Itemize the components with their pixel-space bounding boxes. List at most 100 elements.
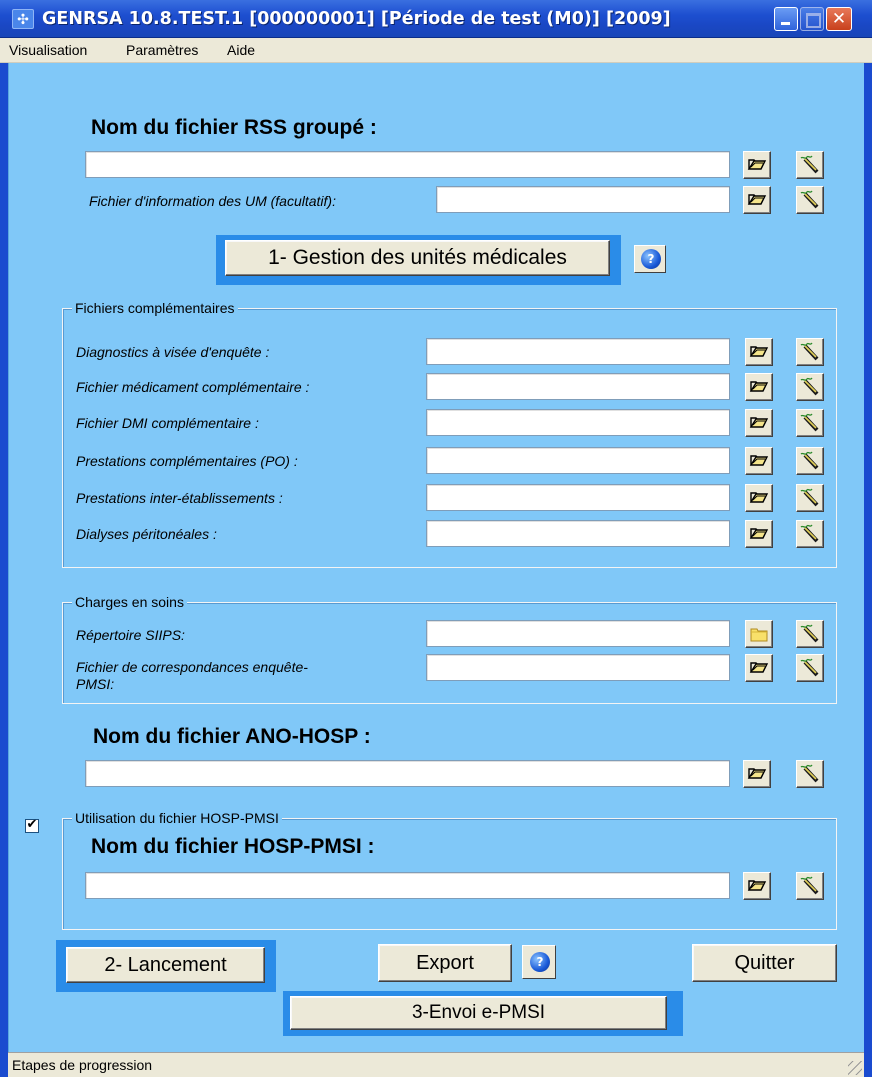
um-file-input[interactable] (436, 186, 730, 213)
open-file-icon (749, 417, 769, 428)
complementaire-label: Fichier médicament complémentaire : (76, 379, 310, 395)
ano-hosp-input[interactable] (85, 760, 730, 787)
ano-hosp-open-button[interactable] (743, 760, 771, 788)
checkmark-icon: ✔ (26, 817, 38, 832)
maximize-button[interactable] (800, 7, 824, 31)
window-frame-right (864, 38, 872, 1077)
resize-grip-icon[interactable] (848, 1061, 862, 1075)
open-file-icon (747, 880, 767, 891)
edit-pen-icon (800, 377, 819, 396)
rss-file-input[interactable] (85, 151, 730, 178)
complementaire-edit-button[interactable] (796, 373, 824, 401)
window-title: GENRSA 10.8.TEST.1 [000000001] [Période … (42, 9, 671, 29)
correspondance-label-line2: PMSI: (76, 676, 115, 692)
correspondance-open-button[interactable] (745, 654, 773, 682)
close-button[interactable]: ✕ (826, 7, 852, 31)
complementaire-input[interactable] (426, 447, 730, 474)
complementaire-input[interactable] (426, 373, 730, 400)
status-text: Etapes de progression (12, 1057, 153, 1073)
menu-visualisation[interactable]: Visualisation (9, 41, 87, 59)
rss-title: Nom du fichier RSS groupé : (91, 116, 377, 139)
rss-edit-button[interactable] (796, 151, 824, 179)
complementaire-edit-button[interactable] (796, 447, 824, 475)
complementaire-edit-button[interactable] (796, 338, 824, 366)
complementaire-label: Diagnostics à visée d'enquête : (76, 344, 270, 360)
complementaire-open-button[interactable] (745, 484, 773, 512)
edit-pen-icon (800, 155, 819, 174)
complementaires-title: Fichiers complémentaires (72, 300, 238, 316)
correspondance-edit-button[interactable] (796, 654, 824, 682)
edit-pen-icon (800, 488, 819, 507)
complementaire-label: Fichier DMI complémentaire : (76, 415, 259, 431)
app-icon: ✣ (12, 9, 34, 29)
complementaire-open-button[interactable] (745, 409, 773, 437)
minimize-button[interactable] (774, 7, 798, 31)
edit-pen-icon (800, 764, 819, 783)
open-file-icon (749, 455, 769, 466)
gestion-um-button[interactable]: 1- Gestion des unités médicales (225, 240, 610, 276)
hosp-pmsi-edit-button[interactable] (796, 872, 824, 900)
hosp-pmsi-input[interactable] (85, 872, 730, 899)
repertoire-siips-input[interactable] (426, 620, 730, 647)
open-file-icon (747, 194, 767, 205)
open-file-icon (749, 528, 769, 539)
open-file-icon (749, 381, 769, 392)
correspondance-input[interactable] (426, 654, 730, 681)
lancement-button[interactable]: 2- Lancement (66, 947, 265, 983)
complementaire-input[interactable] (426, 338, 730, 365)
charges-group (62, 602, 837, 704)
complementaire-open-button[interactable] (745, 338, 773, 366)
complementaire-input[interactable] (426, 484, 730, 511)
complementaire-open-button[interactable] (745, 520, 773, 548)
open-file-icon (749, 346, 769, 357)
menu-bar: Visualisation Paramètres Aide (0, 38, 872, 63)
edit-pen-icon (800, 524, 819, 543)
complementaire-input[interactable] (426, 520, 730, 547)
envoi-epmsi-button[interactable]: 3-Envoi e-PMSI (290, 996, 667, 1030)
quitter-button[interactable]: Quitter (692, 944, 837, 982)
hosp-pmsi-checkbox[interactable]: ✔ (25, 817, 39, 833)
complementaire-input[interactable] (426, 409, 730, 436)
repertoire-edit-button[interactable] (796, 620, 824, 648)
um-edit-button[interactable] (796, 186, 824, 214)
edit-pen-icon (800, 624, 819, 643)
hosp-pmsi-group-title: Utilisation du fichier HOSP-PMSI (72, 810, 282, 826)
export-button[interactable]: Export (378, 944, 512, 982)
close-icon: ✕ (831, 9, 847, 29)
title-bar[interactable]: ✣ GENRSA 10.8.TEST.1 [000000001] [Périod… (0, 0, 872, 38)
hosp-pmsi-open-button[interactable] (743, 872, 771, 900)
export-help-button[interactable]: ? (522, 945, 556, 979)
um-open-button[interactable] (743, 186, 771, 214)
um-file-label: Fichier d'information des UM (facultatif… (89, 193, 336, 209)
window-frame-left (0, 38, 8, 1077)
rss-open-button[interactable] (743, 151, 771, 179)
edit-pen-icon (800, 658, 819, 677)
menu-aide[interactable]: Aide (227, 41, 255, 59)
edit-pen-icon (800, 342, 819, 361)
menu-parametres[interactable]: Paramètres (126, 41, 198, 59)
complementaire-label: Dialyses péritonéales : (76, 526, 217, 542)
ano-hosp-edit-button[interactable] (796, 760, 824, 788)
edit-pen-icon (800, 451, 819, 470)
complementaire-edit-button[interactable] (796, 484, 824, 512)
gestion-help-button[interactable]: ? (634, 245, 666, 273)
edit-pen-icon (800, 190, 819, 209)
help-icon: ? (641, 249, 661, 269)
charges-title: Charges en soins (72, 594, 187, 610)
complementaire-open-button[interactable] (745, 447, 773, 475)
repertoire-siips-label: Répertoire SIIPS: (76, 627, 185, 643)
folder-icon (750, 628, 768, 642)
complementaire-open-button[interactable] (745, 373, 773, 401)
help-icon: ? (530, 952, 550, 972)
complementaire-edit-button[interactable] (796, 520, 824, 548)
complementaire-edit-button[interactable] (796, 409, 824, 437)
edit-pen-icon (800, 413, 819, 432)
open-file-icon (747, 159, 767, 170)
hosp-pmsi-title: Nom du fichier HOSP-PMSI : (91, 835, 375, 858)
open-file-icon (749, 492, 769, 503)
open-file-icon (749, 662, 769, 673)
repertoire-browse-button[interactable] (745, 620, 773, 648)
complementaire-label: Prestations inter-établissements : (76, 490, 283, 506)
status-bar: Etapes de progression (8, 1052, 864, 1077)
ano-hosp-title: Nom du fichier ANO-HOSP : (93, 725, 371, 748)
